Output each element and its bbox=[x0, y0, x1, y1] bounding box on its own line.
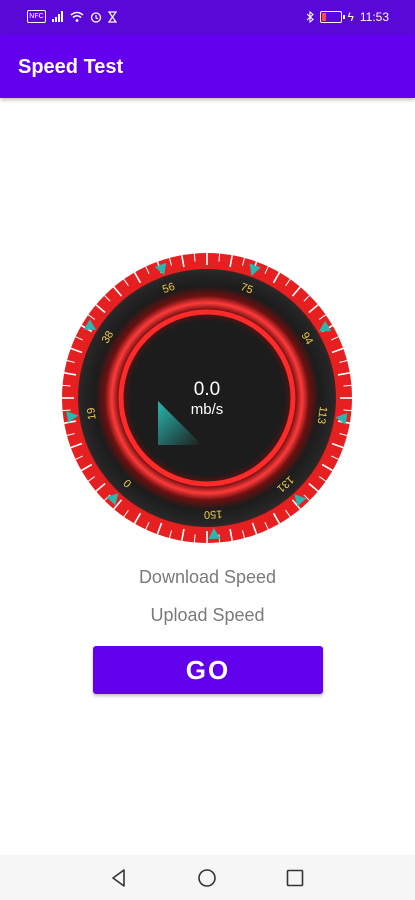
gauge-tick-label: 150 bbox=[204, 507, 223, 520]
hourglass-icon bbox=[108, 10, 117, 23]
gauge-tick-label: 19 bbox=[85, 407, 99, 421]
gauge-tick-label: 113 bbox=[315, 406, 329, 425]
speed-value: 0.0 bbox=[194, 379, 220, 400]
status-left-icons: NFC bbox=[27, 10, 117, 23]
speedometer-gauge: 0 19 38 56 75 94 113 131 150 0.0 mb/s bbox=[62, 253, 352, 543]
recents-icon[interactable] bbox=[284, 867, 306, 889]
go-button[interactable]: GO bbox=[93, 646, 323, 694]
gauge-tick bbox=[62, 409, 71, 412]
gauge-tick bbox=[193, 534, 196, 543]
gauge-tick bbox=[218, 253, 221, 262]
gauge-svg: 0193856 7594113131150 0.0 mb/s bbox=[62, 253, 352, 543]
gauge-tick bbox=[193, 253, 196, 262]
app-title: Speed Test bbox=[18, 56, 124, 78]
upload-speed-label: Upload Speed bbox=[150, 605, 265, 625]
home-icon[interactable] bbox=[196, 867, 218, 889]
bluetooth-icon bbox=[306, 11, 314, 23]
speed-unit: mb/s bbox=[191, 401, 224, 418]
alarm-icon bbox=[90, 11, 102, 23]
nfc-icon: NFC bbox=[27, 10, 46, 23]
status-time: 11:53 bbox=[359, 10, 389, 24]
download-speed-label: Download Speed bbox=[138, 567, 277, 587]
battery-icon bbox=[319, 11, 345, 23]
navigation-bar bbox=[0, 855, 415, 900]
back-icon[interactable] bbox=[108, 867, 130, 889]
gauge-tick bbox=[62, 384, 71, 387]
app-bar: Speed Test bbox=[0, 34, 415, 98]
gauge-tick bbox=[343, 384, 352, 387]
gauge-tick bbox=[343, 409, 352, 412]
status-bar: NFC ϟ 11:53 bbox=[0, 0, 415, 34]
charging-icon: ϟ bbox=[347, 10, 354, 24]
status-right-icons: ϟ 11:53 bbox=[306, 10, 389, 24]
wifi-icon bbox=[70, 11, 84, 22]
signal-icon bbox=[52, 11, 63, 22]
